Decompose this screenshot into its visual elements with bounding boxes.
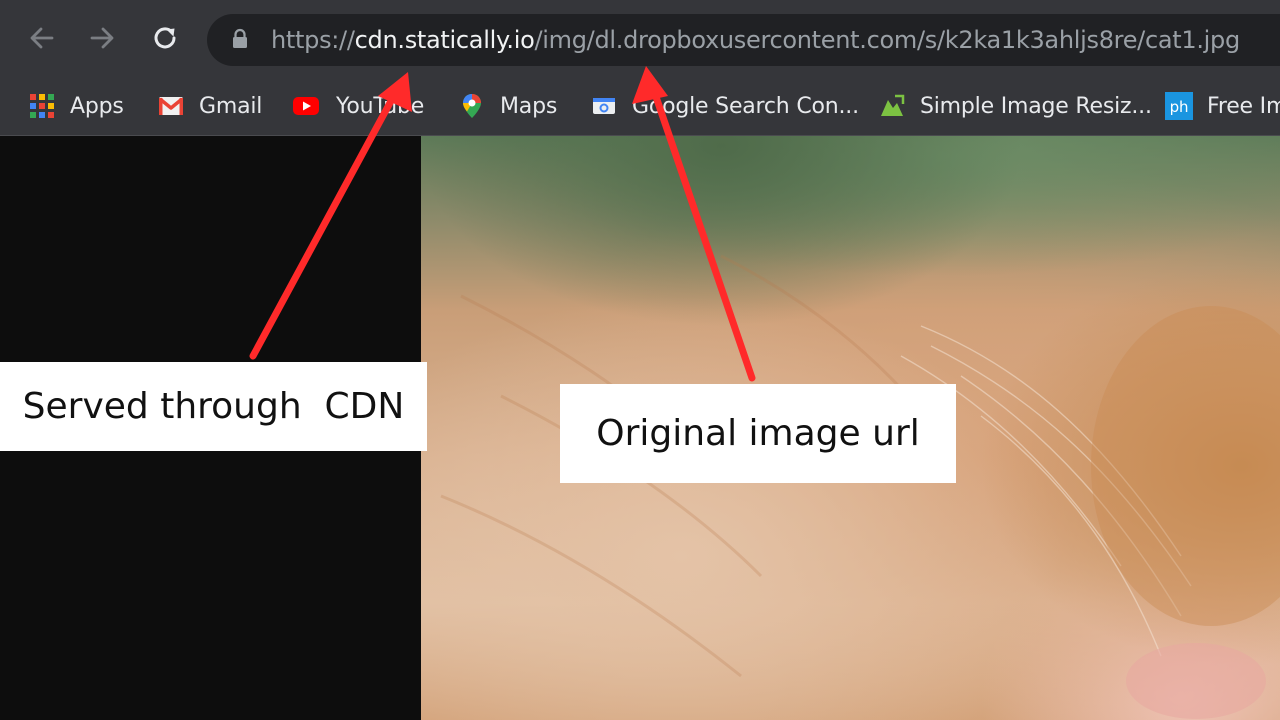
arrow-head-cdn [378, 72, 412, 112]
annotation-arrows [249, 66, 756, 382]
original-url-callout: Original image url [560, 384, 956, 483]
original-url-callout-text: Original image url [596, 413, 920, 454]
arrow-to-cdn-host [249, 84, 402, 360]
cdn-callout-text: Served through CDN [22, 386, 405, 427]
cdn-callout: Served through CDN [0, 362, 427, 451]
arrow-to-original-url [649, 84, 756, 382]
arrow-head-original [632, 66, 668, 104]
